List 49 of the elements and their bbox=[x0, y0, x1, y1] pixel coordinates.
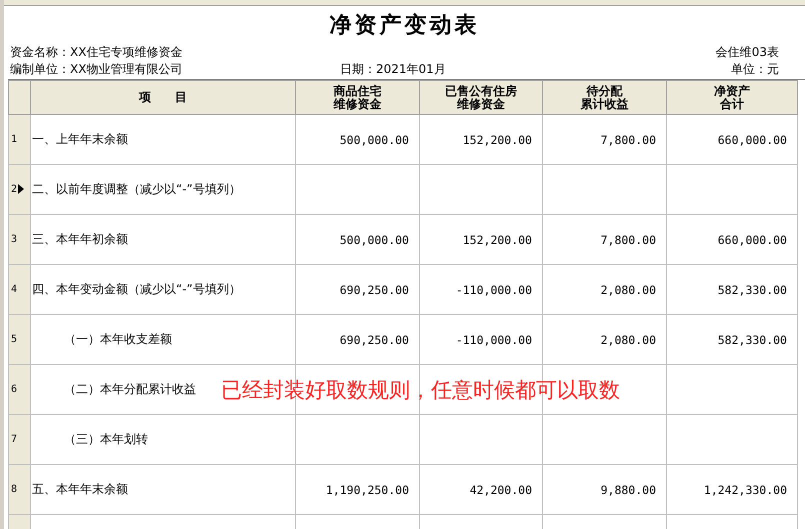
table-cell: -110,000.00 bbox=[420, 264, 542, 314]
row-header[interactable]: 4 bbox=[8, 264, 30, 314]
table-cell: 2,080.00 bbox=[542, 314, 666, 364]
table-cell: 三、本年年初余额 bbox=[30, 214, 296, 264]
table-cell: -110,000.00 bbox=[420, 314, 542, 364]
table-cell: 1,242,330.00 bbox=[666, 464, 798, 514]
table-cell: （一）本年收支差额 bbox=[30, 314, 296, 364]
currency-unit: 单位：元 bbox=[731, 61, 779, 78]
column-header[interactable]: 待分配 累计收益 bbox=[542, 80, 666, 114]
column-header[interactable]: 商品住宅 维修资金 bbox=[296, 80, 420, 114]
column-header[interactable]: 项 目 bbox=[30, 80, 296, 114]
column-header[interactable]: 净资产 合计 bbox=[666, 80, 798, 114]
table-cell: 四、本年变动金额（减少以“-”号填列） bbox=[30, 264, 296, 314]
table-cell: 500,000.00 bbox=[296, 214, 420, 264]
table-cell: 7,800.00 bbox=[542, 214, 666, 264]
row-header[interactable]: 7 bbox=[8, 414, 30, 464]
row-header[interactable]: 2 bbox=[8, 164, 30, 214]
table-cell: 1,190,250.00 bbox=[296, 464, 420, 514]
row-header[interactable]: 5 bbox=[8, 314, 30, 364]
table-cell: 660,000.00 bbox=[666, 114, 798, 164]
table-cell: 152,200.00 bbox=[420, 114, 542, 164]
table-cell: （三）本年划转 bbox=[30, 414, 296, 464]
column-header[interactable]: 已售公有住房 维修资金 bbox=[420, 80, 542, 114]
table-cell: 690,250.00 bbox=[296, 314, 420, 364]
current-row-pointer-icon bbox=[18, 184, 24, 194]
annotation-text: 已经封装好取数规则，任意时候都可以取数 bbox=[221, 377, 620, 404]
unit-name: 编制单位：XX物业管理有限公司 bbox=[10, 61, 184, 78]
table-cell: 660,000.00 bbox=[666, 214, 798, 264]
row-header[interactable]: 3 bbox=[8, 214, 30, 264]
table-cell: 690,250.00 bbox=[296, 264, 420, 314]
corner-header bbox=[8, 80, 30, 114]
table-cell: 二、以前年度调整（减少以“-”号填列） bbox=[30, 164, 296, 214]
row-header[interactable]: 1 bbox=[8, 114, 30, 164]
row-header[interactable]: 8 bbox=[8, 464, 30, 514]
table-cell: 582,330.00 bbox=[666, 314, 798, 364]
table-cell: 2,080.00 bbox=[542, 264, 666, 314]
table-cell: 500,000.00 bbox=[296, 114, 420, 164]
table-cell: 42,200.00 bbox=[420, 464, 542, 514]
report-title: 净资产变动表 bbox=[328, 11, 480, 40]
row-header[interactable]: 6 bbox=[8, 364, 30, 414]
report-date: 日期：2021年01月 bbox=[340, 61, 447, 78]
table-cell: 582,330.00 bbox=[666, 264, 798, 314]
table-cell: 五、本年年末余额 bbox=[30, 464, 296, 514]
fund-name: 资金名称：XX住宅专项维修资金 bbox=[10, 44, 182, 61]
table-cell: 一、上年年末余额 bbox=[30, 114, 296, 164]
table-cell: 152,200.00 bbox=[420, 214, 542, 264]
table-cell: 9,880.00 bbox=[542, 464, 666, 514]
table-cell: 7,800.00 bbox=[542, 114, 666, 164]
form-code: 会住维03表 bbox=[716, 44, 779, 61]
